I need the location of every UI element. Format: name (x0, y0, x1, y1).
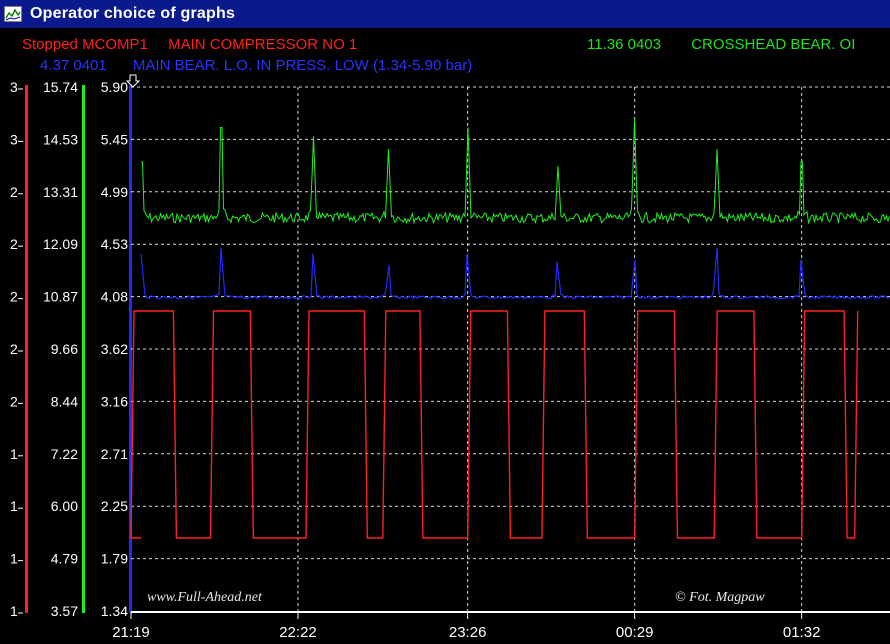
time-label: 22:22 (279, 624, 317, 641)
blue-scale-label: 5.45 (101, 131, 128, 147)
blue-scale-label: 4.08 (101, 289, 128, 305)
blue-scale-label: 1.79 (101, 551, 128, 567)
green-scale-label: 15.74 (43, 79, 78, 95)
red-scale-label: 3 (10, 131, 18, 147)
green-scale-label: 12.09 (43, 236, 78, 252)
time-label: 21:19 (112, 624, 150, 641)
green-scale-label: 8.44 (51, 393, 78, 409)
red-scale-label: 1 (10, 551, 18, 567)
watermark-right: © Fot. Magpaw (675, 590, 765, 605)
blue-scale-label: 2.71 (101, 446, 128, 462)
red-scale-label: 2 (10, 289, 18, 305)
blue-scale-label: 4.53 (101, 236, 128, 252)
main-bearing-pressure-series (140, 247, 889, 300)
blue-scale-label: 3.62 (101, 341, 128, 357)
blue-scale-label: 2.25 (101, 498, 128, 514)
red-scale-label: 3 (10, 79, 18, 95)
down-arrow-icon (125, 74, 141, 88)
watermark-left: www.Full-Ahead.net (147, 590, 262, 605)
blue-scale-label: 3.16 (101, 393, 128, 409)
trend-chart[interactable]: 3 15.74 5.90 3 14.53 5.45 2 13.31 4.99 2 12.09 4.53… (0, 0, 890, 644)
time-label: 00:29 (616, 624, 654, 641)
red-scale-label: 2 (10, 341, 18, 357)
green-scale-label: 14.53 (43, 131, 78, 147)
time-label: 01:32 (783, 624, 821, 641)
green-scale-label: 9.66 (51, 341, 78, 357)
red-scale-bar (25, 85, 28, 613)
red-scale-label: 1 (10, 603, 18, 619)
red-scale-label: 2 (10, 184, 18, 200)
red-scale-label: 1 (10, 498, 18, 514)
green-scale-label: 7.22 (51, 446, 78, 462)
green-scale-bar (82, 85, 85, 613)
green-scale-label: 6.00 (51, 498, 78, 514)
green-scale-label: 10.87 (43, 289, 78, 305)
green-scale-label: 3.57 (51, 603, 78, 619)
crosshead-bearing-series (141, 118, 890, 225)
compressor-state-series (130, 310, 859, 539)
blue-scale-label: 1.34 (101, 603, 128, 619)
time-label: 23:26 (449, 624, 487, 641)
red-scale-label: 2 (10, 393, 18, 409)
blue-scale-label: 5.90 (101, 79, 128, 95)
red-scale-label: 1 (10, 446, 18, 462)
green-scale-label: 13.31 (43, 184, 78, 200)
green-scale-label: 4.79 (51, 551, 78, 567)
blue-scale-label: 4.99 (101, 184, 128, 200)
red-scale-label: 2 (10, 236, 18, 252)
